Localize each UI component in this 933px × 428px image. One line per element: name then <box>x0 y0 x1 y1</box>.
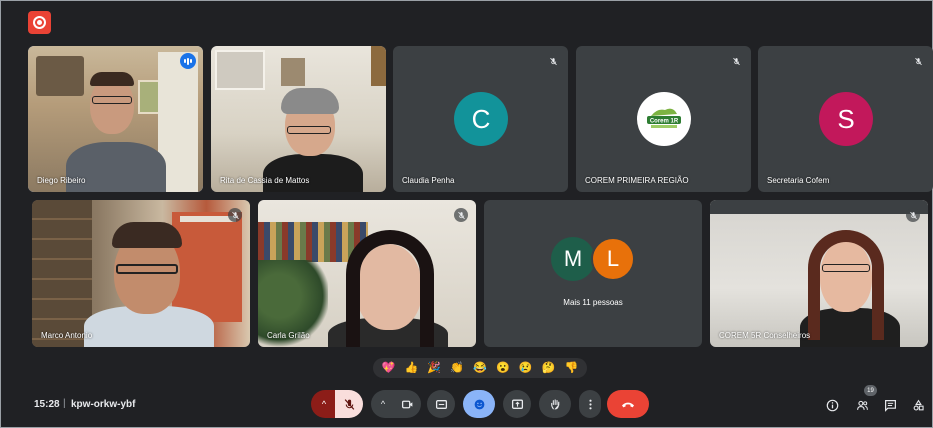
participant-tile-corem-1r[interactable]: Corem 1R COREM PRIMEIRA REGIÃO <box>576 46 751 192</box>
camera-options-button[interactable]: ^ <box>371 390 395 418</box>
end-call-icon <box>622 402 634 408</box>
participant-name: Carla Grilão <box>267 331 310 340</box>
reaction-sad[interactable]: 😢 <box>519 362 533 374</box>
avatar-initial: C <box>471 103 491 134</box>
participant-tile-others[interactable]: M L Mais 11 pessoas <box>484 200 702 347</box>
reaction-heart[interactable]: 💖 <box>382 362 396 374</box>
mic-toggle-button[interactable] <box>335 390 363 418</box>
chat-button[interactable] <box>882 397 898 413</box>
participant-name: COREM 5R Conselheiros <box>719 331 811 340</box>
participant-name: Marco Antonio <box>41 331 93 340</box>
chat-icon <box>884 399 896 412</box>
video-feed <box>710 200 928 347</box>
more-options-button[interactable] <box>579 390 601 418</box>
captions-icon <box>435 399 447 409</box>
meeting-code: kpw-orkw-ybf <box>71 399 136 410</box>
emoji-icon <box>474 399 484 409</box>
record-icon[interactable] <box>28 11 51 34</box>
captions-button[interactable] <box>427 390 455 418</box>
participant-count-badge: 19 <box>864 385 877 396</box>
chevron-up-icon: ^ <box>321 399 327 409</box>
present-button[interactable] <box>503 390 531 418</box>
speaking-indicator-icon <box>180 53 196 69</box>
avatar-m: M <box>551 237 595 281</box>
participant-tile-rita[interactable]: Rita de Cassia de Mattos <box>211 46 386 192</box>
hand-icon <box>550 398 559 409</box>
corem-logo-avatar: Corem 1R <box>637 92 691 146</box>
participant-tile-secretaria[interactable]: S Secretaria Cofem <box>758 46 933 192</box>
others-count-label: Mais 11 pessoas <box>563 298 623 307</box>
footer-separator: | <box>63 398 66 409</box>
reaction-thumbs-up[interactable]: 👍 <box>404 362 418 374</box>
reaction-thumbs-down[interactable]: 👎 <box>565 362 579 374</box>
info-icon <box>826 399 838 411</box>
meeting-time: 15:28 <box>34 399 60 410</box>
participant-tile-corem-5r[interactable]: COREM 5R Conselheiros <box>710 200 928 347</box>
chevron-up-icon: ^ <box>380 399 386 409</box>
activities-shapes-icon <box>913 399 924 410</box>
participant-name: Secretaria Cofem <box>767 176 830 185</box>
reaction-party[interactable]: 🎉 <box>427 362 441 374</box>
participant-tile-claudia[interactable]: C Claudia Penha <box>393 46 568 192</box>
avatar-initial: M <box>563 246 583 271</box>
participant-tile-diego[interactable]: Diego Ribeiro <box>28 46 203 192</box>
video-feed <box>258 200 476 347</box>
raise-hand-button[interactable] <box>539 390 571 418</box>
leave-call-button[interactable] <box>607 390 649 418</box>
camera-off-icon <box>401 400 412 408</box>
corem-logo-icon: Corem 1R <box>647 108 681 128</box>
participant-name: Claudia Penha <box>402 176 455 185</box>
people-icon <box>856 400 868 410</box>
participant-name: Rita de Cassia de Mattos <box>220 176 310 185</box>
mic-options-button[interactable]: ^ <box>311 390 337 418</box>
mic-off-icon <box>911 54 925 68</box>
participant-tile-carla[interactable]: Carla Grilão <box>258 200 476 347</box>
reaction-surprised[interactable]: 😮 <box>496 362 510 374</box>
reaction-thinking[interactable]: 🤔 <box>542 362 556 374</box>
mic-off-icon <box>546 54 560 68</box>
meet-window: Diego Ribeiro Rita de Cassia de Mattos C… <box>0 0 933 428</box>
video-feed <box>28 46 203 192</box>
meeting-details-button[interactable] <box>824 397 840 413</box>
video-feed <box>211 46 386 192</box>
people-button[interactable] <box>854 397 870 413</box>
participant-name: Diego Ribeiro <box>37 176 86 185</box>
mic-off-icon <box>454 208 468 222</box>
mic-off-icon <box>729 54 743 68</box>
reactions-bar: 💖 👍 🎉 👏 😂 😮 😢 🤔 👎 <box>373 358 587 378</box>
avatar: C <box>454 92 508 146</box>
avatar-initial: L <box>606 246 620 271</box>
participant-tile-marco[interactable]: Marco Antonio <box>32 200 250 347</box>
participant-name: COREM PRIMEIRA REGIÃO <box>585 176 689 185</box>
reaction-clap[interactable]: 👏 <box>450 362 464 374</box>
emoji-button[interactable] <box>463 390 495 418</box>
avatar: S <box>819 92 873 146</box>
mic-off-icon <box>228 208 242 222</box>
svg-text:Corem 1R: Corem 1R <box>650 119 679 125</box>
video-feed <box>32 200 250 347</box>
avatar-l: L <box>591 237 635 281</box>
avatar-initial: S <box>837 103 855 134</box>
reaction-laugh[interactable]: 😂 <box>473 362 487 374</box>
mic-off-icon <box>906 208 920 222</box>
more-vert-icon <box>588 399 592 409</box>
camera-toggle-button[interactable] <box>393 390 421 418</box>
activities-button[interactable] <box>910 397 926 413</box>
mic-off-icon <box>344 398 354 410</box>
present-screen-icon <box>511 399 523 409</box>
